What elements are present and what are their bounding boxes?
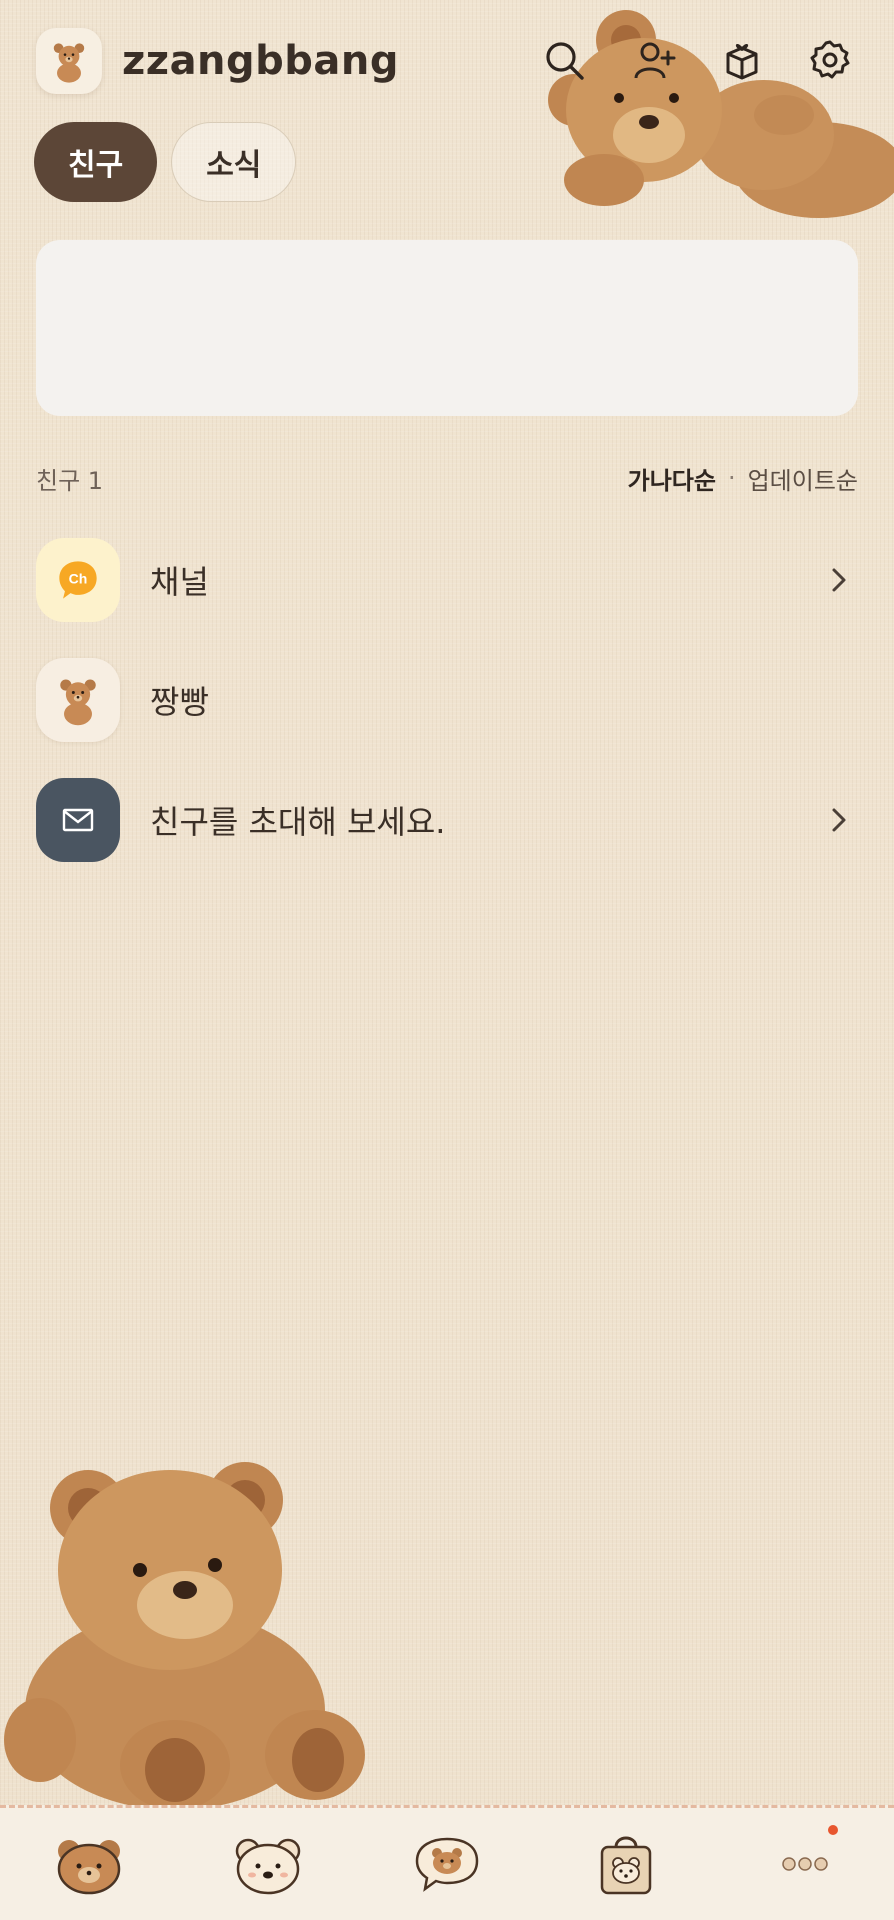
sort-options: 가나다순 · 업데이트순	[628, 461, 858, 496]
invite-avatar	[36, 778, 120, 862]
nav-shopping[interactable]	[581, 1824, 671, 1904]
nav-more[interactable]	[760, 1824, 850, 1904]
shopping-bag-bear-icon	[600, 1836, 652, 1895]
tab-bar: 친구 소식	[34, 122, 297, 202]
teddy-bear-icon	[60, 679, 96, 726]
bottom-nav	[0, 1805, 894, 1920]
sort-updated[interactable]: 업데이트순	[748, 461, 858, 496]
list-item-label: 짱빵	[150, 683, 209, 721]
tab-news[interactable]: 소식	[171, 122, 297, 202]
nav-openchat[interactable]	[402, 1824, 492, 1904]
nav-chats[interactable]	[223, 1824, 313, 1904]
friends-list-header: 친구 1 가나다순 · 업데이트순	[36, 458, 858, 498]
lying-teddy-bear-decoration	[548, 10, 894, 218]
settings-icon[interactable]	[806, 36, 854, 84]
chevron-right-icon	[832, 808, 846, 832]
gift-shop-icon[interactable]	[718, 36, 766, 84]
sort-alphabetical[interactable]: 가나다순	[628, 461, 716, 496]
sort-separator: ·	[727, 464, 736, 492]
channel-avatar: Ch	[36, 538, 120, 622]
more-dots-icon	[781, 1857, 828, 1871]
list-item-my-profile[interactable]: 짱빵	[36, 640, 858, 760]
profile-name[interactable]: zzangbbang	[122, 38, 399, 84]
search-icon[interactable]	[540, 36, 588, 84]
sitting-teddy-bear-decoration	[4, 1462, 365, 1805]
speech-bubble-bear-icon	[415, 1837, 479, 1892]
header: zzangbbang	[0, 0, 894, 218]
tab-friends[interactable]: 친구	[34, 122, 158, 202]
channel-badge-text: Ch	[69, 571, 88, 587]
chevron-right-icon	[832, 568, 846, 592]
list-item-channel[interactable]: Ch 채널	[36, 520, 858, 640]
teddy-bear-icon	[53, 43, 85, 83]
profile-avatar[interactable]	[36, 28, 102, 94]
bear-face-white-icon	[235, 1838, 301, 1895]
list-item-label: 채널	[150, 563, 209, 601]
notification-dot	[828, 1825, 838, 1835]
channel-ch-icon: Ch	[59, 561, 97, 599]
avatar	[36, 658, 120, 742]
list-item-invite[interactable]: 친구를 초대해 보세요.	[36, 760, 858, 880]
friends-list: Ch 채널 짱빵 친구를 초대해 보세요.	[36, 520, 858, 880]
add-friend-icon[interactable]	[630, 36, 678, 84]
bear-face-icon	[58, 1840, 121, 1895]
list-item-label: 친구를 초대해 보세요.	[150, 803, 446, 841]
nav-friends[interactable]	[44, 1824, 134, 1904]
ad-banner[interactable]	[36, 240, 858, 416]
envelope-icon	[62, 808, 94, 832]
friends-count: 친구 1	[36, 466, 104, 495]
